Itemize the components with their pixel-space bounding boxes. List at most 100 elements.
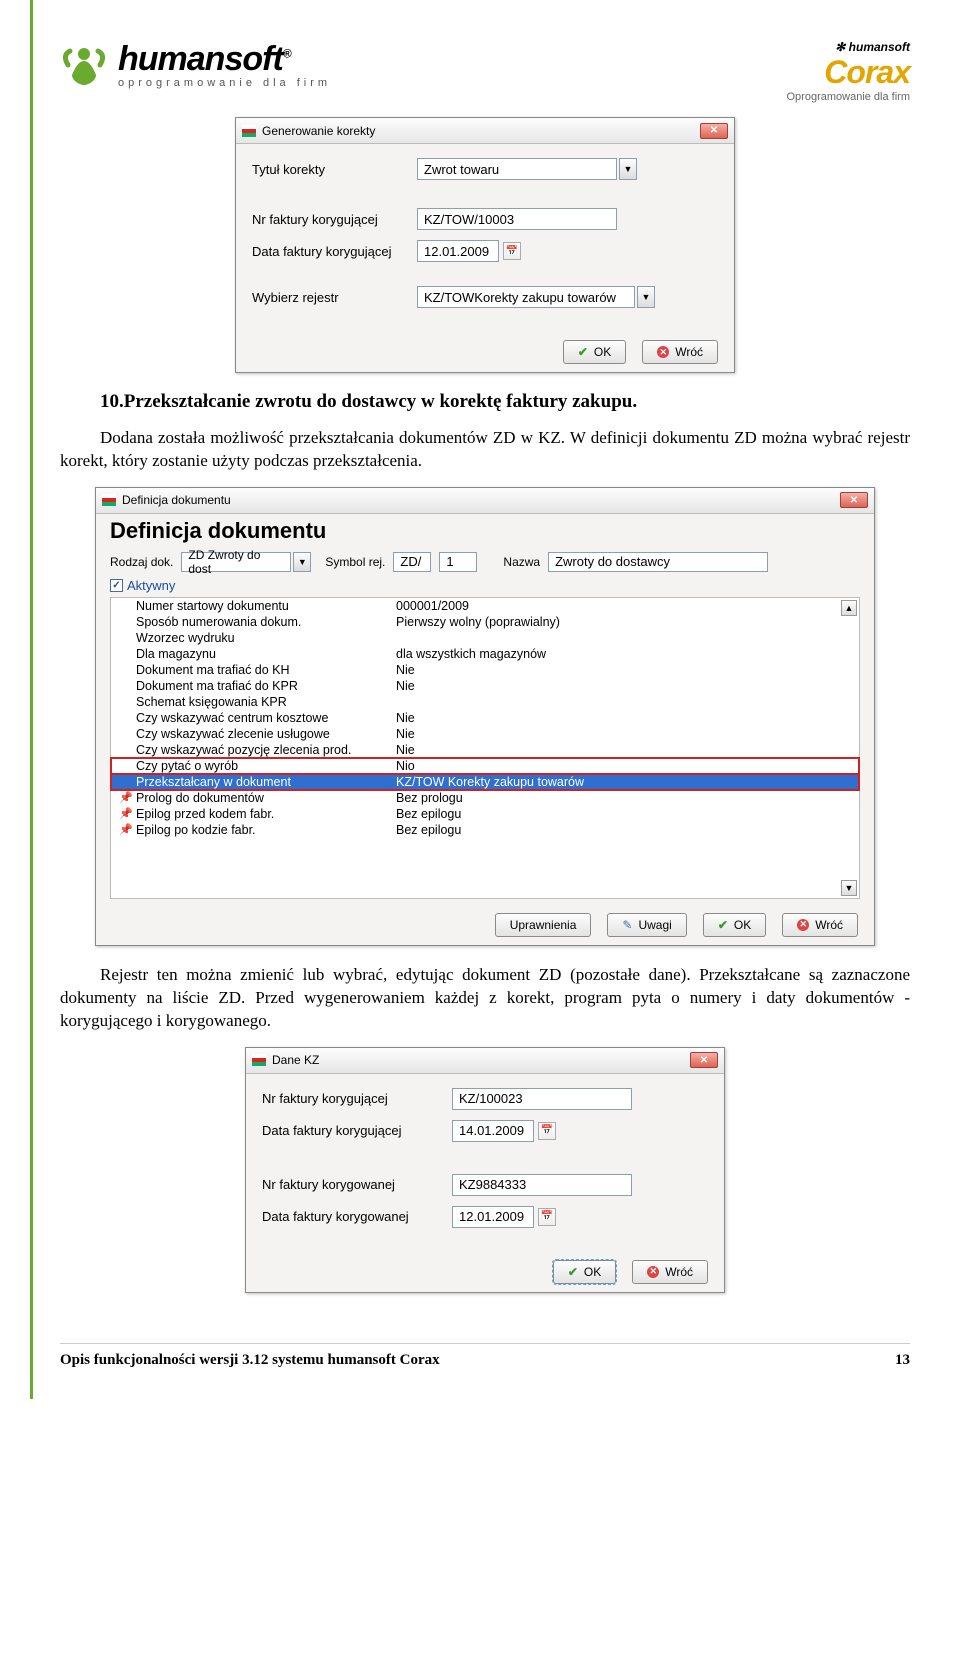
label-data-faktury: Data faktury korygującej — [252, 244, 417, 259]
property-row[interactable]: 📌Prolog do dokumentówBez prologu — [111, 790, 859, 806]
property-row[interactable]: 📌Epilog po kodzie fabr.Bez epilogu — [111, 822, 859, 838]
close-button[interactable]: ✕ — [700, 123, 728, 139]
property-row[interactable]: Numer startowy dokumentu000001/2009 — [111, 598, 859, 614]
input-nazwa[interactable]: Zwroty do dostawcy — [548, 552, 768, 572]
scroll-down-icon[interactable]: ▼ — [841, 880, 857, 896]
logo-humansoft: humansoft® oprogramowanie dla firm — [60, 40, 331, 89]
close-button[interactable]: ✕ — [690, 1052, 718, 1068]
property-row[interactable]: Przekształcany w dokumentKZ/TOW Korekty … — [111, 774, 859, 790]
property-key: Epilog po kodzie fabr. — [136, 823, 396, 837]
ok-button[interactable]: ✔OK — [553, 1260, 616, 1284]
uprawnienia-button[interactable]: Uprawnienia — [495, 913, 592, 937]
dropdown-arrow-icon[interactable]: ▼ — [293, 552, 311, 572]
property-key: Sposób numerowania dokum. — [136, 615, 396, 629]
input-nr1[interactable]: KZ/100023 — [452, 1088, 632, 1110]
property-value: Bez prologu — [396, 791, 463, 805]
calendar-icon[interactable]: 📅 — [538, 1208, 556, 1226]
property-value: 000001/2009 — [396, 599, 469, 613]
label-rodzaj: Rodzaj dok. — [110, 555, 173, 569]
input-symbol-prefix[interactable]: ZD/ — [393, 552, 431, 572]
property-key: Dokument ma trafiać do KH — [136, 663, 396, 677]
back-button[interactable]: ✕Wróć — [632, 1260, 708, 1284]
label-d1: Data faktury korygującej — [262, 1123, 452, 1138]
property-row[interactable]: Dokument ma trafiać do KPRNie — [111, 678, 859, 694]
calendar-icon[interactable]: 📅 — [503, 242, 521, 260]
property-row[interactable]: Dla magazynudla wszystkich magazynów — [111, 646, 859, 662]
property-value: dla wszystkich magazynów — [396, 647, 546, 661]
property-key: Czy wskazywać zlecenie usługowe — [136, 727, 396, 741]
dropdown-arrow-icon[interactable]: ▼ — [619, 158, 637, 180]
property-value: Bez epilogu — [396, 807, 461, 821]
dialog-dane-kz: Dane KZ ✕ Nr faktury korygującejKZ/10002… — [245, 1047, 725, 1293]
checkbox-aktywny[interactable]: ✓ — [110, 579, 123, 592]
property-row[interactable]: Wzorzec wydruku — [111, 630, 859, 646]
label-rejestr: Wybierz rejestr — [252, 290, 417, 305]
calendar-icon[interactable]: 📅 — [538, 1122, 556, 1140]
input-tytul[interactable]: Zwrot towaru — [417, 158, 617, 180]
property-value: Nie — [396, 711, 415, 725]
input-nr2[interactable]: KZ9884333 — [452, 1174, 632, 1196]
label-aktywny: Aktywny — [127, 578, 175, 593]
close-button[interactable]: ✕ — [840, 492, 868, 508]
property-key: Czy pytać o wyrób — [136, 759, 396, 773]
property-row[interactable]: Czy pytać o wyróbNio — [111, 758, 859, 774]
properties-list[interactable]: ▲ Numer startowy dokumentu000001/2009Spo… — [110, 597, 860, 899]
dialog-titlebar: Dane KZ ✕ — [246, 1048, 724, 1074]
section-heading: 10.Przekształcanie zwrotu do dostawcy w … — [100, 391, 910, 413]
dialog-titlebar: Generowanie korekty ✕ — [236, 118, 734, 144]
property-row[interactable]: Czy wskazywać centrum kosztoweNie — [111, 710, 859, 726]
property-value: Nio — [396, 759, 415, 773]
property-row[interactable]: 📌Epilog przed kodem fabr.Bez epilogu — [111, 806, 859, 822]
page-header: humansoft® oprogramowanie dla firm ✻ hum… — [60, 0, 910, 103]
dialog-definicja-dokumentu: Definicja dokumentu ✕ Definicja dokument… — [95, 487, 875, 946]
input-rodzaj[interactable]: ZD Zwroty do dost — [181, 552, 291, 572]
dialog-title-text: Dane KZ — [272, 1053, 319, 1067]
property-key: Czy wskazywać centrum kosztowe — [136, 711, 396, 725]
property-key: Epilog przed kodem fabr. — [136, 807, 396, 821]
input-nr-faktury[interactable]: KZ/TOW/10003 — [417, 208, 617, 230]
scroll-up-icon[interactable]: ▲ — [841, 600, 857, 616]
paragraph-1: Dodana została możliwość przekształcania… — [60, 427, 910, 473]
property-row[interactable]: Czy wskazywać zlecenie usługoweNie — [111, 726, 859, 742]
property-value: Nie — [396, 743, 415, 757]
input-data-faktury[interactable]: 12.01.2009 — [417, 240, 499, 262]
corax-tagline: Oprogramowanie dla firm — [787, 91, 911, 103]
input-symbol-num[interactable]: 1 — [439, 552, 477, 572]
label-symbol: Symbol rej. — [325, 555, 385, 569]
dialog-generowanie-korekty: Generowanie korekty ✕ Tytuł korekty Zwro… — [235, 117, 735, 373]
uwagi-button[interactable]: ✎Uwagi — [607, 913, 686, 937]
dialog-title-text: Generowanie korekty — [262, 124, 375, 138]
back-button[interactable]: ✕Wróć — [782, 913, 858, 937]
property-value: Nie — [396, 727, 415, 741]
property-key: Prolog do dokumentów — [136, 791, 396, 805]
app-icon — [102, 494, 116, 506]
footer-text: Opis funkcjonalności wersji 3.12 systemu… — [60, 1352, 440, 1369]
label-nazwa: Nazwa — [503, 555, 540, 569]
dropdown-arrow-icon[interactable]: ▼ — [637, 286, 655, 308]
page-number: 13 — [895, 1352, 910, 1369]
label-d2: Data faktury korygowanej — [262, 1209, 452, 1224]
property-key: Numer startowy dokumentu — [136, 599, 396, 613]
property-row[interactable]: Schemat księgowania KPR — [111, 694, 859, 710]
property-row[interactable]: Czy wskazywać pozycję zlecenia prod.Nie — [111, 742, 859, 758]
back-button[interactable]: ✕Wróć — [642, 340, 718, 364]
property-value: Pierwszy wolny (poprawialny) — [396, 615, 560, 629]
corax-small: ✻ humansoft — [787, 40, 911, 54]
property-value: KZ/TOW Korekty zakupu towarów — [396, 775, 584, 789]
brand-name: humansoft® — [118, 40, 331, 79]
brand-tagline: oprogramowanie dla firm — [118, 77, 331, 89]
corax-name: Corax — [787, 54, 911, 91]
input-d2[interactable]: 12.01.2009 — [452, 1206, 534, 1228]
label-nr1: Nr faktury korygującej — [262, 1091, 452, 1106]
input-d1[interactable]: 14.01.2009 — [452, 1120, 534, 1142]
input-rejestr[interactable]: KZ/TOWKorekty zakupu towarów — [417, 286, 635, 308]
property-value: Nie — [396, 663, 415, 677]
page-accent-bar — [30, 0, 33, 1399]
dialog-titlebar: Definicja dokumentu ✕ — [96, 488, 874, 514]
property-row[interactable]: Sposób numerowania dokum.Pierwszy wolny … — [111, 614, 859, 630]
ok-button[interactable]: ✔OK — [703, 913, 766, 937]
label-nr2: Nr faktury korygowanej — [262, 1177, 452, 1192]
ok-button[interactable]: ✔OK — [563, 340, 626, 364]
property-key: Czy wskazywać pozycję zlecenia prod. — [136, 743, 396, 757]
property-row[interactable]: Dokument ma trafiać do KHNie — [111, 662, 859, 678]
